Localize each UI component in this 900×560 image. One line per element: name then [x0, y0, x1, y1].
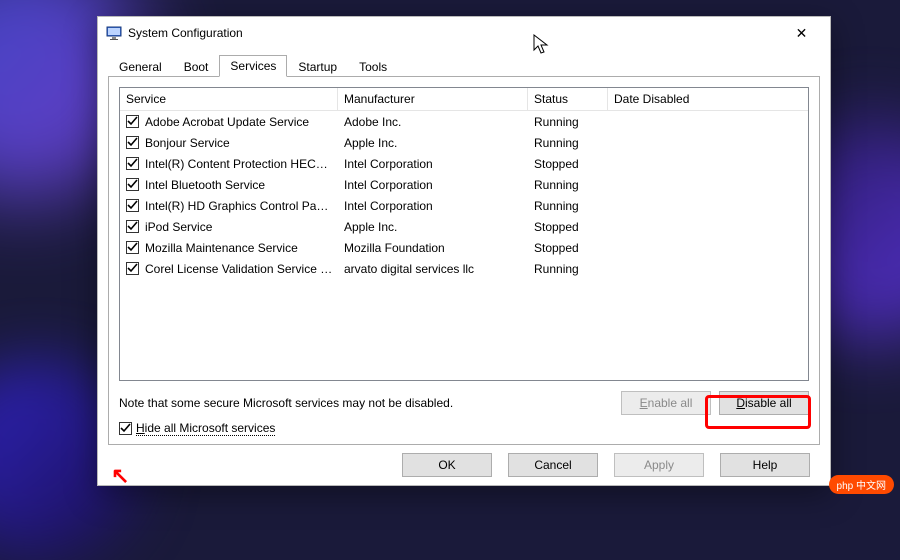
service-checkbox[interactable]: [126, 136, 139, 149]
column-service[interactable]: Service: [120, 88, 338, 110]
close-button[interactable]: ✕: [779, 19, 824, 47]
service-status: Running: [528, 113, 608, 131]
table-row[interactable]: Bonjour Service Apple Inc.Running: [120, 132, 808, 153]
service-name: Intel Bluetooth Service: [145, 178, 265, 192]
table-row[interactable]: Adobe Acrobat Update Service Adobe Inc.Ru…: [120, 111, 808, 132]
hide-microsoft-label[interactable]: Hide all Microsoft services: [136, 421, 275, 436]
service-name: Intel(R) HD Graphics Control Pa…: [145, 199, 328, 213]
dialog-buttons: OK Cancel Apply Help: [108, 445, 820, 477]
watermark-badge: php 中文网: [829, 475, 894, 494]
tab-tools[interactable]: Tools: [348, 56, 398, 77]
service-date-disabled: [608, 120, 808, 124]
help-button[interactable]: Help: [720, 453, 810, 477]
service-status: Running: [528, 134, 608, 152]
column-status[interactable]: Status: [528, 88, 608, 110]
table-row[interactable]: Intel(R) HD Graphics Control Pa… Intel Co…: [120, 195, 808, 216]
service-checkbox[interactable]: [126, 262, 139, 275]
service-status: Running: [528, 260, 608, 278]
service-manufacturer: Intel Corporation: [338, 155, 528, 173]
service-checkbox[interactable]: [126, 115, 139, 128]
service-manufacturer: Intel Corporation: [338, 176, 528, 194]
table-row[interactable]: Intel Bluetooth Service Intel Corporation…: [120, 174, 808, 195]
close-icon: ✕: [796, 26, 808, 40]
apply-button: Apply: [614, 453, 704, 477]
service-date-disabled: [608, 225, 808, 229]
service-manufacturer: Mozilla Foundation: [338, 239, 528, 257]
window-monitor-icon: [106, 25, 122, 41]
titlebar[interactable]: System Configuration ✕: [98, 17, 830, 49]
service-manufacturer: Apple Inc.: [338, 218, 528, 236]
service-status: Running: [528, 176, 608, 194]
checkmark-icon: [120, 423, 131, 434]
service-manufacturer: arvato digital services llc: [338, 260, 528, 278]
services-panel: Service Manufacturer Status Date Disable…: [108, 76, 820, 445]
service-status: Stopped: [528, 155, 608, 173]
service-date-disabled: [608, 246, 808, 250]
tab-startup[interactable]: Startup: [287, 56, 348, 77]
tab-services[interactable]: Services: [219, 55, 287, 77]
service-name: Corel License Validation Service …: [145, 262, 332, 276]
tab-boot[interactable]: Boot: [173, 56, 220, 77]
service-name: Bonjour Service: [145, 136, 230, 150]
service-status: Running: [528, 197, 608, 215]
service-manufacturer: Intel Corporation: [338, 197, 528, 215]
hide-microsoft-checkbox[interactable]: [119, 422, 132, 435]
enable-all-button: Enable all: [621, 391, 711, 415]
window-title: System Configuration: [128, 26, 243, 40]
hide-microsoft-row[interactable]: Hide all Microsoft services: [119, 421, 809, 436]
service-checkbox[interactable]: [126, 157, 139, 170]
service-name: Adobe Acrobat Update Service: [145, 115, 309, 129]
table-row[interactable]: Mozilla Maintenance Service Mozilla Found…: [120, 237, 808, 258]
services-listview[interactable]: Service Manufacturer Status Date Disable…: [119, 87, 809, 381]
cancel-button[interactable]: Cancel: [508, 453, 598, 477]
column-date-disabled[interactable]: Date Disabled: [608, 88, 808, 110]
service-date-disabled: [608, 162, 808, 166]
service-manufacturer: Adobe Inc.: [338, 113, 528, 131]
service-status: Stopped: [528, 239, 608, 257]
service-manufacturer: Apple Inc.: [338, 134, 528, 152]
listview-body: Adobe Acrobat Update ServiceAdobe Inc.Ru…: [120, 111, 808, 380]
listview-header: Service Manufacturer Status Date Disable…: [120, 88, 808, 111]
service-date-disabled: [608, 267, 808, 271]
service-status: Stopped: [528, 218, 608, 236]
table-row[interactable]: Intel(R) Content Protection HEC… Intel Co…: [120, 153, 808, 174]
service-checkbox[interactable]: [126, 199, 139, 212]
disable-all-button[interactable]: Disable all: [719, 391, 809, 415]
column-manufacturer[interactable]: Manufacturer: [338, 88, 528, 110]
ok-button[interactable]: OK: [402, 453, 492, 477]
service-date-disabled: [608, 141, 808, 145]
service-checkbox[interactable]: [126, 241, 139, 254]
tab-general[interactable]: General: [108, 56, 173, 77]
system-configuration-window: System Configuration ✕ GeneralBootServic…: [97, 16, 831, 486]
service-name: Mozilla Maintenance Service: [145, 241, 298, 255]
service-checkbox[interactable]: [126, 220, 139, 233]
service-date-disabled: [608, 204, 808, 208]
note-text: Note that some secure Microsoft services…: [119, 396, 613, 410]
table-row[interactable]: iPod Service Apple Inc.Stopped: [120, 216, 808, 237]
service-name: iPod Service: [145, 220, 212, 234]
service-checkbox[interactable]: [126, 178, 139, 191]
service-name: Intel(R) Content Protection HEC…: [145, 157, 328, 171]
table-row[interactable]: Corel License Validation Service … arvato…: [120, 258, 808, 279]
tab-strip: GeneralBootServicesStartupTools: [108, 55, 820, 77]
service-date-disabled: [608, 183, 808, 187]
